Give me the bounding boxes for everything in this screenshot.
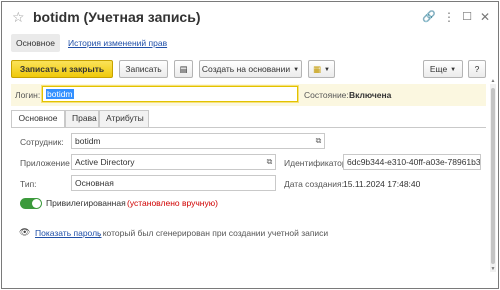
type-input[interactable]: Основная <box>71 175 276 191</box>
show-password-link[interactable]: Показать пароль <box>35 228 101 238</box>
star-icon[interactable]: ☆ <box>12 10 26 24</box>
open-icon[interactable]: ⧉ <box>264 156 275 167</box>
create-based-on-label: Создать на основании <box>201 64 291 74</box>
employee-value: botidm <box>75 136 101 146</box>
report-icon: ▦ <box>313 64 322 74</box>
tab-main[interactable]: Основное <box>11 34 60 52</box>
identifier-value: 6dc9b344-e310-40ff-a03e-78961b348 <box>347 157 481 167</box>
tab-basic[interactable]: Основное <box>11 110 65 128</box>
employee-input[interactable]: botidm <box>71 133 325 149</box>
type-label: Тип: <box>20 179 37 189</box>
privileged-note: (установлено вручную) <box>127 198 218 208</box>
title-bar: ☆ botidm (Учетная запись) 🔗 ⋮ ☐ ✕ <box>2 2 498 32</box>
identifier-input[interactable]: 6dc9b344-e310-40ff-a03e-78961b348 <box>343 154 481 170</box>
window-title: botidm (Учетная запись) <box>33 9 201 25</box>
privileged-toggle[interactable] <box>20 198 42 209</box>
chevron-down-icon: ▼ <box>324 67 330 73</box>
state-value: Включена <box>349 90 392 100</box>
open-icon[interactable]: ⧉ <box>313 135 324 146</box>
tab-basic-label: Основное <box>18 113 58 123</box>
close-icon[interactable]: ✕ <box>479 11 491 23</box>
tab-rights[interactable]: Права <box>65 110 99 127</box>
save-and-close-label: Записать и закрыть <box>19 64 105 74</box>
tab-attributes[interactable]: Атрибуты <box>99 110 149 127</box>
application-input[interactable]: Active Directory <box>71 154 276 170</box>
created-value: 15.11.2024 17:48:40 <box>343 179 421 189</box>
scroll-down-icon[interactable]: ▼ <box>490 266 496 272</box>
help-label: ? <box>474 64 480 74</box>
account-window: ☆ botidm (Учетная запись) 🔗 ⋮ ☐ ✕ Основн… <box>1 1 499 289</box>
employee-label: Сотрудник: <box>20 137 64 147</box>
chevron-down-icon: ▼ <box>450 67 457 73</box>
login-label: Логин: <box>15 90 41 100</box>
privileged-label: Привилегированная <box>46 198 126 208</box>
state-label: Состояние: <box>304 90 349 100</box>
created-label: Дата создания: <box>284 179 344 189</box>
save-button[interactable]: Записать <box>119 60 168 78</box>
login-value: botidm <box>46 89 74 99</box>
identifier-label: Идентификатор: <box>284 158 349 168</box>
tab-attributes-label: Атрибуты <box>106 113 144 123</box>
document-icon: ▤ <box>179 64 188 74</box>
more-vertical-icon[interactable]: ⋮ <box>443 11 455 23</box>
scrollbar[interactable]: ▲ ▼ <box>490 78 496 272</box>
scroll-up-icon[interactable]: ▲ <box>490 78 496 84</box>
print-menu-button[interactable]: ▦ ▼ <box>308 60 335 78</box>
create-based-on-button[interactable]: Создать на основании ▼ <box>199 60 302 78</box>
type-value: Основная <box>75 178 114 188</box>
scroll-thumb[interactable] <box>491 88 495 264</box>
eye-icon: 👁 <box>19 227 31 237</box>
help-button[interactable]: ? <box>468 60 486 78</box>
login-input[interactable]: botidm <box>42 86 298 102</box>
chevron-down-icon: ▼ <box>293 67 300 73</box>
more-button[interactable]: Еще ▼ <box>423 60 463 78</box>
password-hint: , который был сгенерирован при создании … <box>98 228 329 238</box>
save-and-close-button[interactable]: Записать и закрыть <box>11 60 113 78</box>
document-icon-button[interactable]: ▤ <box>174 60 193 78</box>
save-label: Записать <box>125 64 162 74</box>
more-label: Еще <box>429 64 448 74</box>
maximize-icon[interactable]: ☐ <box>461 11 473 23</box>
application-label: Приложение <box>20 158 70 168</box>
application-value: Active Directory <box>75 157 135 167</box>
tab-rights-label: Права <box>72 113 97 123</box>
link-icon[interactable]: 🔗 <box>422 11 436 23</box>
tab-rights-history[interactable]: История изменений прав <box>63 34 172 52</box>
